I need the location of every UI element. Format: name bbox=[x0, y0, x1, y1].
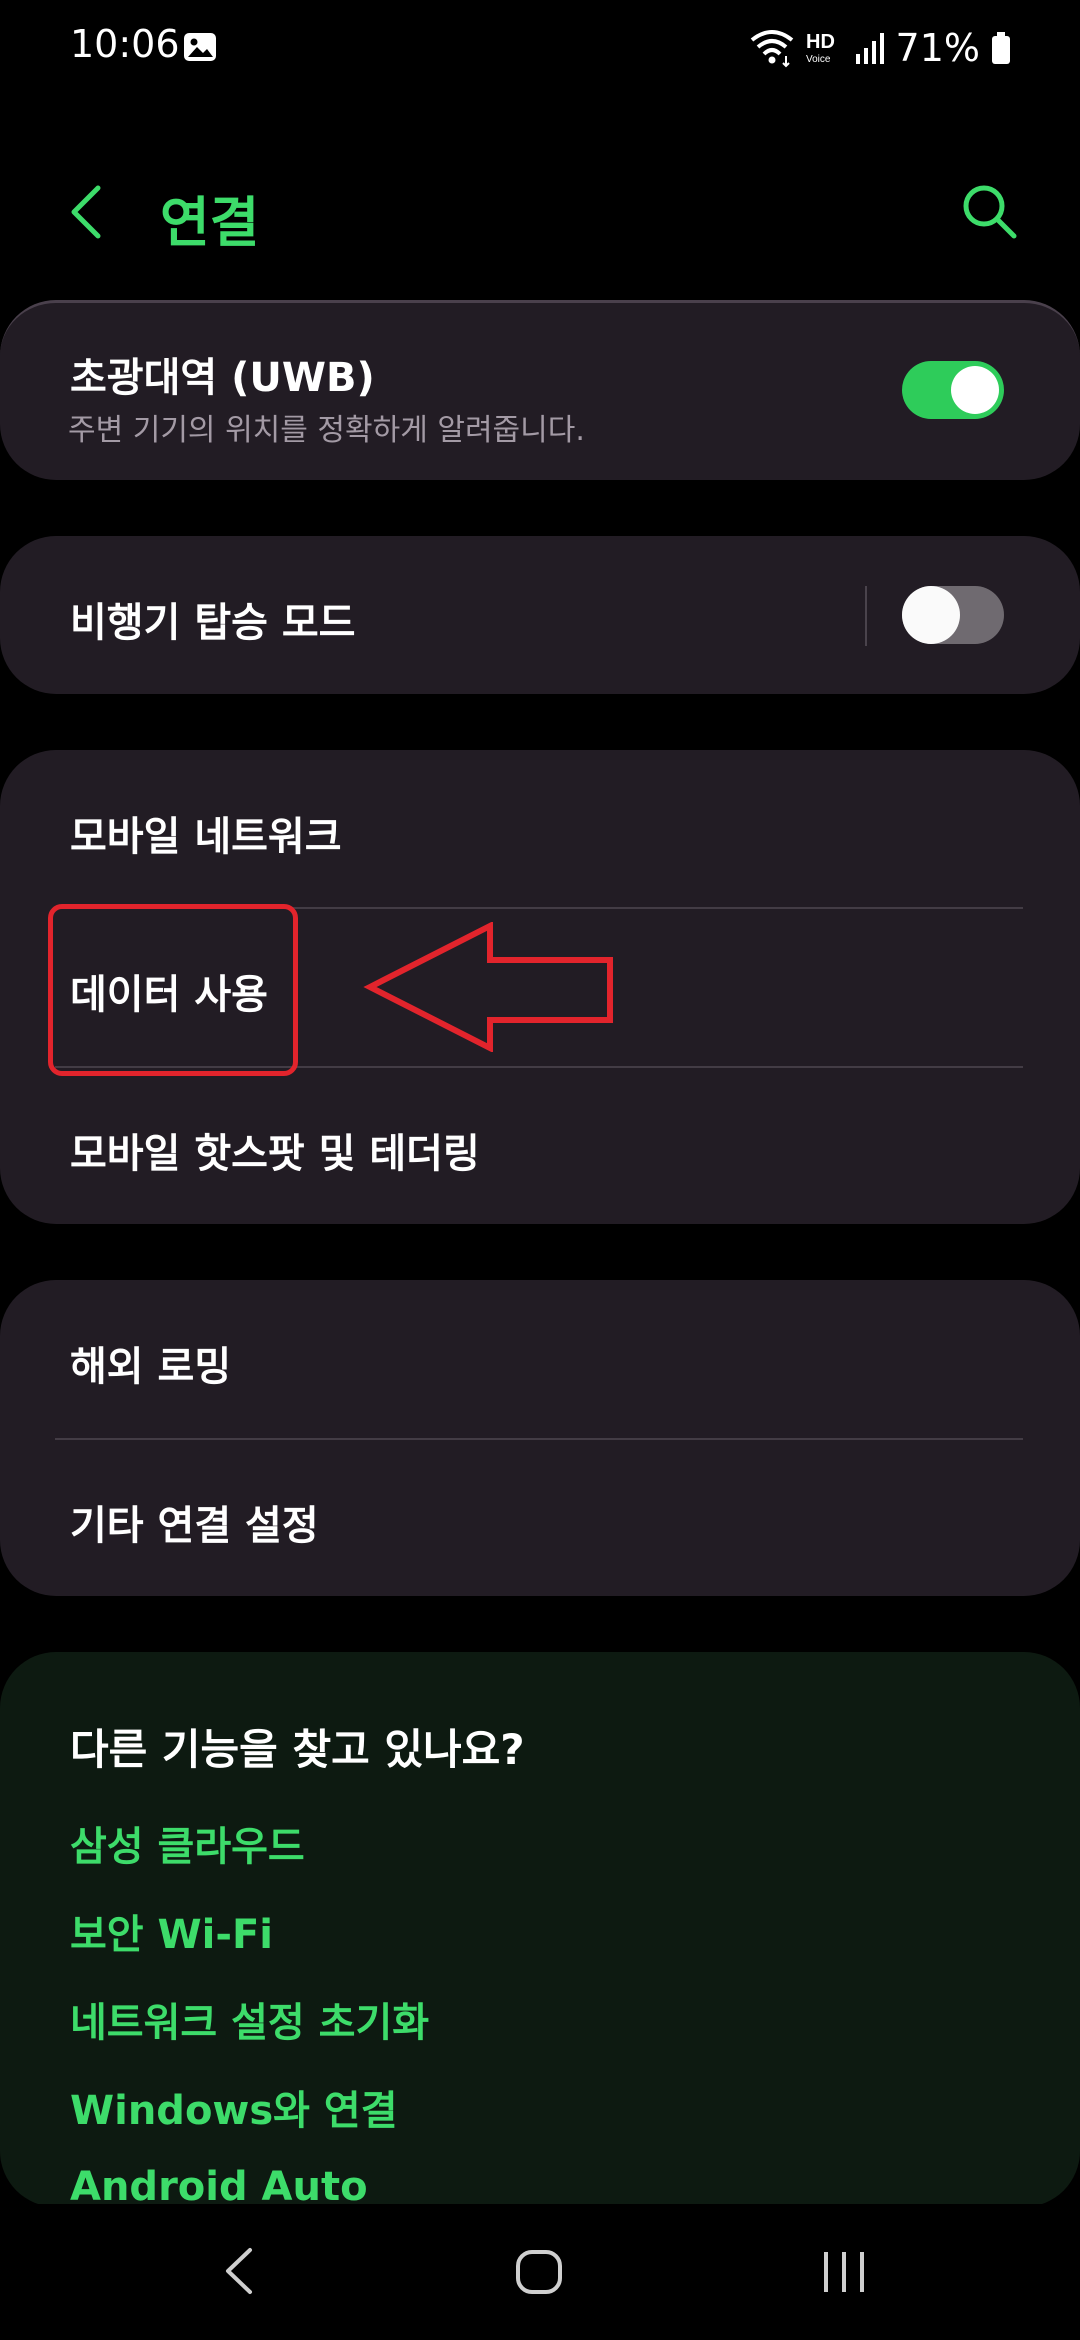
nav-back-icon[interactable] bbox=[222, 2246, 256, 2296]
page-title: 연결 bbox=[160, 191, 260, 254]
status-bar: 10:06 HD Voice 71% bbox=[0, 0, 1080, 96]
search-icon[interactable] bbox=[960, 182, 1018, 240]
suggestions-title: 다른 기능을 찾고 있나요? bbox=[70, 1725, 525, 1774]
hd-label: HD bbox=[806, 31, 835, 53]
uwb-title: 초광대역 (UWB) bbox=[70, 355, 375, 401]
list-item-roaming[interactable]: 해외 로밍 bbox=[0, 1280, 1080, 1438]
list-item-more-connection-settings[interactable]: 기타 연결 설정 bbox=[0, 1439, 1080, 1596]
uwb-toggle[interactable] bbox=[902, 361, 1004, 419]
toggle-knob bbox=[951, 366, 999, 414]
list-item-label: 모바일 핫스팟 및 테더링 bbox=[70, 1131, 480, 1177]
uwb-subtitle: 주변 기기의 위치를 정확하게 알려줍니다. bbox=[68, 413, 585, 448]
suggestion-link-link-to-windows[interactable]: Windows와 연결 bbox=[70, 2078, 398, 2136]
status-icons: HD Voice 71% bbox=[750, 24, 1012, 72]
signal-icon bbox=[855, 33, 884, 64]
navigation-bar bbox=[0, 2204, 1080, 2340]
battery-icon bbox=[992, 32, 1010, 64]
airplane-mode-setting[interactable]: 비행기 탑승 모드 bbox=[0, 536, 1080, 694]
back-icon[interactable] bbox=[66, 184, 106, 240]
list-item-label: 모바일 네트워크 bbox=[70, 814, 342, 860]
suggestion-link-samsung-cloud[interactable]: 삼성 클라우드 bbox=[70, 1814, 305, 1872]
nav-recents-icon[interactable] bbox=[820, 2248, 868, 2296]
suggestion-link-secure-wifi[interactable]: 보안 Wi-Fi bbox=[70, 1902, 273, 1960]
nav-home-icon[interactable] bbox=[514, 2248, 564, 2296]
list-item-label: 기타 연결 설정 bbox=[70, 1503, 319, 1549]
annotation-highlight-box bbox=[48, 904, 298, 1076]
gallery-icon bbox=[184, 33, 216, 61]
suggestions-panel: 다른 기능을 찾고 있나요? 삼성 클라우드 보안 Wi-Fi 네트워크 설정 … bbox=[0, 1652, 1080, 2210]
airplane-mode-title: 비행기 탑승 모드 bbox=[70, 600, 356, 646]
airplane-mode-toggle[interactable] bbox=[902, 586, 1004, 644]
roaming-settings-group: 해외 로밍 기타 연결 설정 bbox=[0, 1280, 1080, 1596]
wifi-icon bbox=[750, 30, 793, 68]
suggestion-link-network-reset[interactable]: 네트워크 설정 초기화 bbox=[70, 1990, 429, 2048]
toggle-separator bbox=[865, 586, 867, 646]
toggle-knob bbox=[902, 586, 960, 644]
annotation-arrow-icon bbox=[363, 922, 613, 1052]
battery-percent: 71% bbox=[895, 26, 980, 70]
list-item-label: 해외 로밍 bbox=[70, 1344, 232, 1390]
list-item-hotspot-tethering[interactable]: 모바일 핫스팟 및 테더링 bbox=[0, 1067, 1080, 1224]
uwb-setting[interactable]: 초광대역 (UWB) 주변 기기의 위치를 정확하게 알려줍니다. bbox=[0, 300, 1080, 480]
hd-voice-icon: HD Voice bbox=[806, 31, 835, 65]
list-item-mobile-network[interactable]: 모바일 네트워크 bbox=[0, 750, 1080, 908]
voice-label: Voice bbox=[806, 54, 831, 65]
status-time: 10:06 bbox=[70, 22, 180, 66]
app-header: 연결 bbox=[0, 150, 1080, 270]
